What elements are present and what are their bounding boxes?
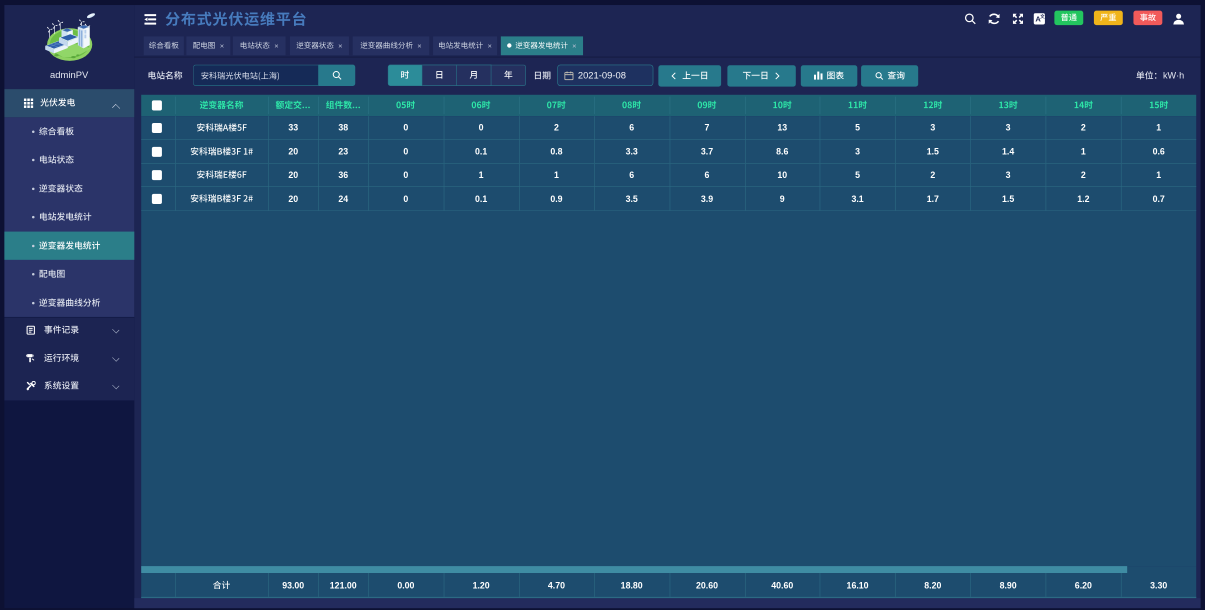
- svg-text:文: 文: [1040, 13, 1045, 20]
